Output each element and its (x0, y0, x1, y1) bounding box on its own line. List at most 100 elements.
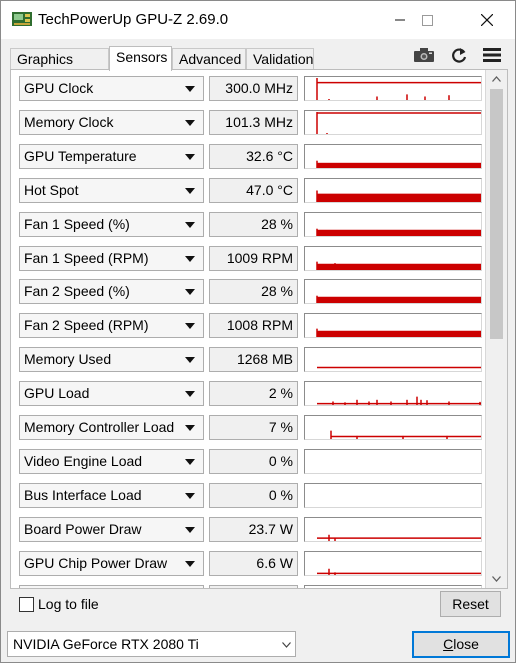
dropdown-arrow-icon (185, 425, 195, 431)
sensor-value: 2 % (209, 381, 298, 407)
sensor-graph (304, 516, 482, 542)
sensor-graph (304, 415, 482, 440)
menu-button[interactable] (479, 43, 505, 67)
scroll-thumb[interactable] (490, 89, 503, 339)
sensor-name-dropdown[interactable]: GPU Load (19, 381, 204, 407)
sensor-graph (304, 347, 482, 373)
sensor-name-dropdown[interactable]: GPU Clock (19, 76, 204, 101)
dropdown-arrow-icon (185, 119, 195, 126)
sensor-name-dropdown[interactable]: Memory Clock (19, 109, 204, 135)
graph-fill (317, 229, 481, 236)
sensor-value: 0 % (209, 482, 298, 508)
menu-icon (483, 48, 501, 62)
tab-sensors[interactable]: Sensors (109, 46, 172, 71)
sensor-list: GPU Clock 300.0 MHz Memory Clock 101.3 MHz G… (11, 70, 485, 588)
scroll-up-button[interactable] (486, 70, 507, 88)
tab-validation[interactable]: Validation (246, 48, 314, 70)
sensor-graph (304, 211, 482, 237)
sensor-graph-svg (317, 396, 481, 406)
sensor-graph-svg (330, 430, 481, 439)
sensor-graph (304, 448, 482, 474)
sensor-graph-svg (316, 78, 481, 100)
sensor-name-dropdown[interactable]: GPU Temperature (19, 143, 204, 169)
sensor-graph-svg (305, 586, 481, 589)
sensor-row: Fan 1 Speed (RPM) 1009 RPM (11, 240, 485, 274)
sensor-row: GPU Temperature 32.6 °C (11, 138, 485, 172)
sensor-name-dropdown[interactable]: Memory Controller Load (19, 415, 204, 440)
sensor-name-dropdown[interactable]: Board Power Draw (19, 516, 204, 542)
sensor-graph-svg (316, 111, 481, 134)
sensor-name-dropdown[interactable]: Video Engine Load (19, 448, 204, 474)
sensor-name-dropdown[interactable]: MVDDC Power Draw (19, 584, 204, 588)
sensor-graph (304, 313, 482, 339)
close-button-mnemonic: C (443, 636, 454, 652)
tab-advanced[interactable]: Advanced (172, 48, 246, 70)
sensor-row: Board Power Draw 23.7 W (11, 511, 485, 545)
sensor-value: 6.6 W (209, 550, 298, 576)
sensor-value: 23.7 W (209, 516, 298, 542)
graph-fill (317, 193, 481, 202)
maximize-button[interactable] (404, 1, 450, 39)
close-button[interactable]: Close (412, 631, 510, 658)
sensor-graph-svg (317, 568, 481, 575)
gpu-select[interactable]: NVIDIA GeForce RTX 2080 Ti (7, 631, 296, 657)
dropdown-arrow-icon (185, 357, 195, 364)
sensor-graph (304, 482, 482, 508)
dropdown-arrow-icon (185, 221, 195, 228)
sensor-name-dropdown[interactable]: Bus Interface Load (19, 482, 204, 508)
sensor-graph-svg (317, 534, 481, 541)
sensors-panel: GPU Clock 300.0 MHz Memory Clock 101.3 MHz G… (10, 69, 508, 589)
dropdown-arrow-icon (185, 255, 195, 262)
graph-fill (317, 162, 481, 168)
refresh-button[interactable] (446, 43, 472, 67)
sensor-row: GPU Load 2 % (11, 375, 485, 409)
gpuz-window: TechPowerUp GPU-Z 2.69.0 Graphics Card S… (0, 0, 516, 663)
dropdown-arrow-icon (185, 391, 195, 398)
tab-graphics-card[interactable]: Graphics Card (10, 48, 109, 87)
sensor-name: Memory Controller Load (24, 419, 175, 435)
sensor-name-dropdown[interactable]: Fan 2 Speed (%) (19, 279, 204, 305)
reset-button[interactable]: Reset (440, 591, 501, 617)
screenshot-button[interactable] (411, 43, 437, 67)
graph-fill (317, 331, 481, 338)
sensor-graph-svg (316, 190, 481, 202)
close-button-label: lose (453, 636, 479, 652)
sensor-graph (304, 109, 482, 135)
sensor-name-dropdown[interactable]: Fan 1 Speed (RPM) (19, 245, 204, 271)
sensor-value: 1008 RPM (209, 313, 298, 339)
sensor-row: Fan 2 Speed (RPM) 1008 RPM (11, 307, 485, 341)
sensor-row: Memory Controller Load 7 % (11, 409, 485, 443)
sensor-name-dropdown[interactable]: Fan 1 Speed (%) (19, 211, 204, 237)
sensor-name-dropdown[interactable]: Fan 2 Speed (RPM) (19, 313, 204, 339)
sensor-name-dropdown[interactable]: Hot Spot (19, 177, 204, 203)
close-window-button[interactable] (464, 1, 510, 39)
graph-fill (317, 297, 481, 304)
sensor-name: Bus Interface Load (24, 486, 142, 503)
dropdown-arrow-icon (185, 560, 195, 567)
sensor-row: GPU Chip Power Draw 6.6 W (11, 545, 485, 579)
close-icon (481, 14, 493, 26)
sensor-name: Fan 2 Speed (%) (24, 283, 130, 300)
vertical-scrollbar[interactable] (485, 70, 507, 588)
sensor-name: Video Engine Load (24, 452, 143, 469)
sensor-name-dropdown[interactable]: GPU Chip Power Draw (19, 550, 204, 576)
sensor-graph-svg (305, 484, 481, 507)
dropdown-arrow-icon (185, 153, 195, 160)
title-bar[interactable]: TechPowerUp GPU-Z 2.69.0 (1, 1, 515, 39)
sensor-name-dropdown[interactable]: Memory Used (19, 347, 204, 373)
sensor-name: Fan 1 Speed (RPM) (24, 249, 149, 266)
gpu-select-value: NVIDIA GeForce RTX 2080 Ti (13, 636, 199, 652)
chevron-down-icon (282, 642, 291, 648)
sensor-graph (304, 550, 482, 576)
chevron-up-icon (492, 76, 501, 82)
scroll-down-button[interactable] (486, 570, 507, 588)
graph-fill (317, 263, 481, 270)
dropdown-arrow-icon (185, 492, 195, 499)
sensor-value: 0 % (209, 448, 298, 474)
sensor-value: 32.6 °C (209, 143, 298, 169)
sensor-graph-svg (316, 261, 481, 270)
sensor-value (209, 584, 298, 588)
log-to-file-checkbox[interactable] (19, 597, 34, 612)
sensor-value: 300.0 MHz (209, 76, 298, 101)
sensor-value: 7 % (209, 415, 298, 440)
